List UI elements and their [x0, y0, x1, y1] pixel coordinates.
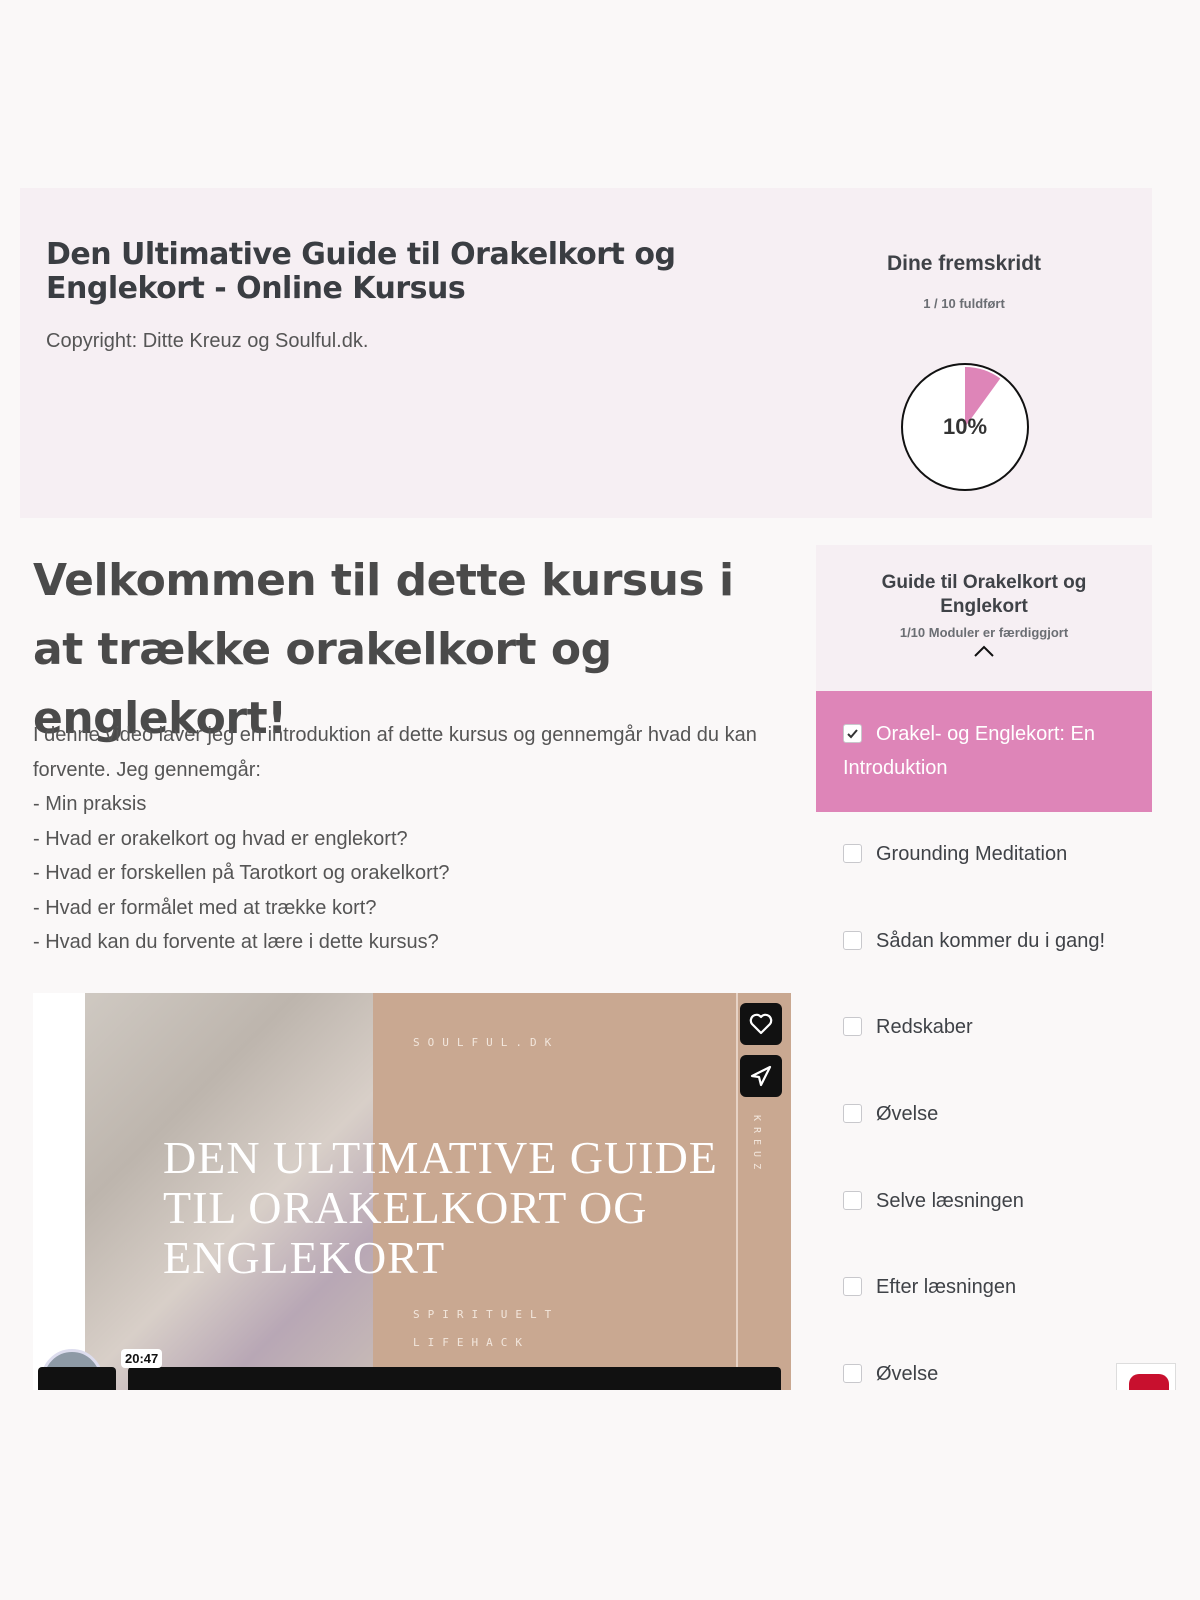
video-brand: SOULFUL.DK — [413, 1036, 560, 1049]
lesson-description: I denne video laver jeg en introduktion … — [33, 718, 793, 960]
heart-icon — [749, 1013, 773, 1035]
lesson-item[interactable]: Grounding Meditation — [843, 843, 1067, 866]
lesson-label: Orakel- og Englekort: En Introduktion — [843, 723, 1095, 779]
video-duration: 20:47 — [121, 1349, 163, 1368]
like-button[interactable] — [740, 1003, 782, 1045]
bullet: - Hvad er formålet med at trække kort? — [33, 896, 377, 919]
checkbox[interactable] — [843, 1364, 862, 1383]
course-title: Den Ultimative Guide til Orakelkort og E… — [46, 237, 676, 306]
lesson-label: Øvelse — [876, 1363, 939, 1385]
video-player[interactable]: SOULFUL.DK DEN ULTIMATIVE GUIDE TIL ORAK… — [33, 993, 791, 1390]
lesson-label: Efter læsningen — [876, 1276, 1017, 1298]
checkbox[interactable] — [843, 844, 862, 863]
language-flag-button[interactable] — [1116, 1363, 1176, 1390]
progress-title: Dine fremskridt — [886, 252, 1042, 275]
lesson-item-active[interactable]: Orakel- og Englekort: En Introduktion — [816, 691, 1152, 812]
lesson-item[interactable]: Selve læsningen — [843, 1190, 1024, 1213]
checkbox[interactable] — [843, 1104, 862, 1123]
lesson-item[interactable]: Sådan kommer du i gang! — [843, 930, 1105, 953]
checkbox[interactable] — [843, 1191, 862, 1210]
progress-count: 1 / 10 fuldført — [923, 296, 1005, 311]
video-title: DEN ULTIMATIVE GUIDE TIL ORAKELKORT OG E… — [163, 1132, 718, 1283]
page: Den Ultimative Guide til Orakelkort og E… — [0, 0, 1200, 1390]
copyright: Copyright: Ditte Kreuz og Soulful.dk. — [46, 330, 369, 352]
intro-text: I denne video laver jeg en introduktion … — [33, 724, 757, 781]
bullet: - Hvad er orakelkort og hvad er englekor… — [33, 827, 408, 850]
video-side-text: KREUZ — [751, 1115, 762, 1176]
lesson-label: Selve læsningen — [876, 1190, 1024, 1212]
lesson-item[interactable]: Redskaber — [843, 1016, 973, 1039]
lesson-label: Sådan kommer du i gang! — [876, 930, 1106, 952]
bullet: - Hvad er forskellen på Tarotkort og ora… — [33, 862, 450, 884]
checkbox-checked[interactable] — [843, 724, 862, 743]
lesson-item[interactable]: Efter læsningen — [843, 1276, 1016, 1299]
module-progress: 1/10 Moduler er færdiggjort — [899, 625, 1069, 640]
checkbox[interactable] — [843, 931, 862, 950]
bullet: - Min praksis — [33, 793, 147, 815]
lesson-item[interactable]: Øvelse — [843, 1363, 938, 1386]
video-tagline: LIFEHACK — [413, 1336, 530, 1349]
bullet: - Hvad kan du forvente at lære i dette k… — [33, 931, 439, 953]
play-button[interactable] — [38, 1367, 116, 1390]
checkbox[interactable] — [843, 1277, 862, 1296]
checkbox[interactable] — [843, 1017, 862, 1036]
chevron-up-icon[interactable] — [973, 644, 995, 658]
module-title: Guide til Orakelkort og Englekort — [881, 572, 1087, 617]
module-header[interactable]: Guide til Orakelkort og Englekort 1/10 M… — [816, 545, 1152, 691]
lesson-label: Redskaber — [876, 1016, 973, 1038]
lesson-label: Øvelse — [876, 1103, 939, 1125]
share-button[interactable] — [740, 1055, 782, 1097]
video-tagline: SPIRITUELT — [413, 1308, 560, 1321]
progress-percent: 10% — [942, 414, 988, 439]
video-controls[interactable] — [128, 1367, 781, 1390]
lesson-label: Grounding Meditation — [876, 843, 1068, 865]
send-icon — [750, 1065, 772, 1087]
course-header: Den Ultimative Guide til Orakelkort og E… — [20, 188, 1152, 518]
check-icon — [847, 729, 858, 739]
flag-icon — [1129, 1374, 1169, 1390]
lesson-item[interactable]: Øvelse — [843, 1103, 938, 1126]
